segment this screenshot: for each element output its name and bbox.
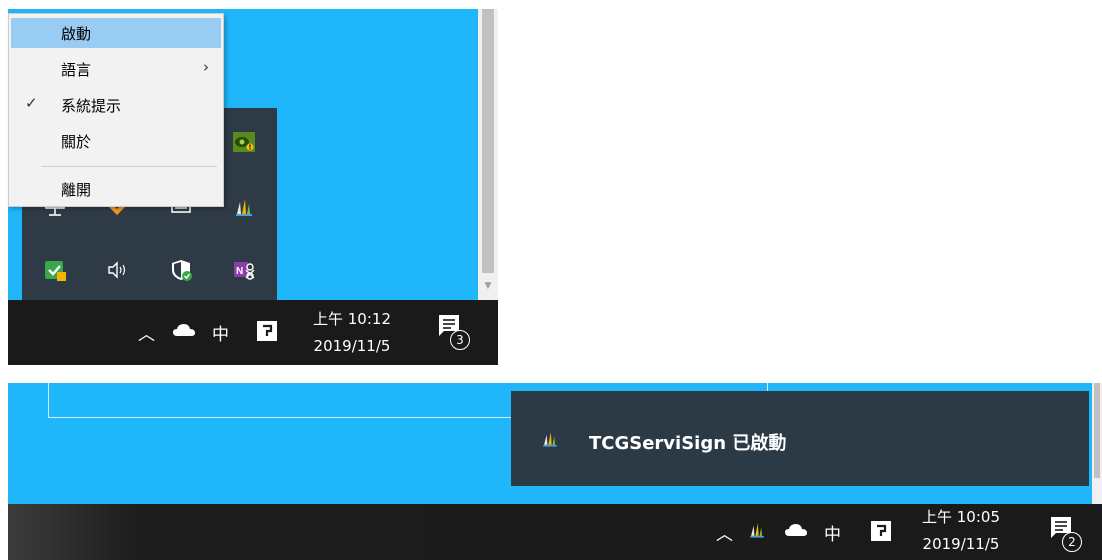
- toast-notification[interactable]: TCGServiSign 已啟動: [511, 391, 1089, 486]
- chevron-up-icon[interactable]: ︿: [716, 520, 733, 545]
- input-method-icon[interactable]: [256, 320, 278, 347]
- clock-time: 上午 10:12: [313, 310, 391, 328]
- menu-item-system-notifications[interactable]: ✓ 系統提示: [9, 90, 223, 120]
- vertical-scrollbar[interactable]: [1092, 383, 1102, 504]
- menu-item-exit[interactable]: 離開: [9, 174, 223, 204]
- servisign-icon[interactable]: [231, 194, 257, 220]
- ime-indicator[interactable]: 中: [212, 320, 229, 345]
- chevron-up-icon[interactable]: ︿: [138, 320, 155, 345]
- clock-time: 上午 10:05: [922, 508, 1000, 526]
- clock-date: 2019/11/5: [313, 337, 391, 355]
- taskbar: ︿ 中 上午 10:05 2019/11/5 2: [8, 504, 1102, 560]
- context-menu: 啟動 語言 › ✓ 系統提示 關於 離開: [8, 13, 224, 207]
- scrollbar-thumb[interactable]: [482, 9, 494, 273]
- check-icon: ✓: [25, 94, 38, 112]
- menu-item-language[interactable]: 語言 ›: [9, 54, 223, 84]
- taskbar-clock[interactable]: 上午 10:05 2019/11/5: [912, 506, 1010, 553]
- toast-message: TCGServiSign 已啟動: [589, 433, 787, 454]
- menu-item-start[interactable]: 啟動: [11, 18, 221, 48]
- menu-item-label: 啟動: [61, 25, 92, 43]
- input-method-icon[interactable]: [870, 520, 892, 547]
- menu-item-about[interactable]: 關於: [9, 126, 223, 156]
- servisign-icon: [539, 427, 561, 455]
- action-center-button[interactable]: 3: [438, 314, 470, 350]
- clock-date: 2019/11/5: [922, 535, 1000, 553]
- taskbar-clock[interactable]: 上午 10:12 2019/11/5: [306, 308, 398, 355]
- menu-item-label: 關於: [61, 133, 92, 151]
- ime-indicator[interactable]: 中: [824, 520, 841, 545]
- menu-separator: [41, 166, 217, 167]
- bottom-screenshot: TCGServiSign 已啟動 ︿ 中 上午 10:05 2019/11/5: [8, 383, 1102, 560]
- scrollbar-thumb[interactable]: [1094, 383, 1100, 478]
- volume-icon[interactable]: [104, 257, 130, 283]
- chevron-right-icon: ›: [203, 58, 209, 76]
- action-center-button[interactable]: 2: [1050, 516, 1082, 552]
- onenote-clipper-icon[interactable]: N: [231, 257, 257, 283]
- security-check-icon[interactable]: [42, 257, 68, 283]
- top-screenshot: ▼ N 啟動 語言 › ✓ 系統提示 關於 離開 ︿ 中 上午 10:12 20…: [8, 9, 498, 365]
- notification-count-badge: 2: [1062, 532, 1082, 552]
- servisign-tray-icon[interactable]: [746, 518, 768, 547]
- vertical-scrollbar[interactable]: ▼: [478, 9, 498, 300]
- nvidia-icon[interactable]: [231, 129, 257, 155]
- menu-item-label: 語言: [61, 61, 92, 79]
- svg-text:N: N: [236, 266, 243, 277]
- onedrive-cloud-icon[interactable]: [784, 522, 808, 543]
- onedrive-cloud-icon[interactable]: [172, 322, 196, 343]
- menu-item-label: 系統提示: [61, 97, 122, 115]
- menu-item-label: 離開: [61, 181, 92, 199]
- taskbar: ︿ 中 上午 10:12 2019/11/5 3: [8, 300, 498, 365]
- notification-count-badge: 3: [450, 330, 470, 350]
- scroll-down-arrow[interactable]: ▼: [478, 279, 498, 293]
- windows-security-shield-icon[interactable]: [168, 257, 194, 283]
